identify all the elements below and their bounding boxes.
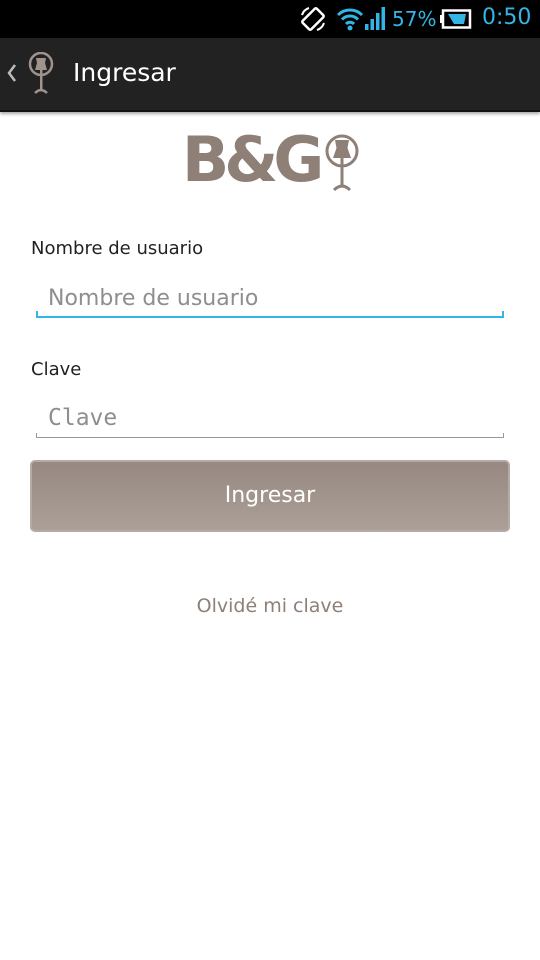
mannequin-logo-icon bbox=[325, 134, 359, 192]
status-bar: 57% 0:50 bbox=[0, 0, 540, 38]
screen-rotation-icon bbox=[301, 7, 325, 31]
wifi-icon bbox=[336, 8, 364, 31]
battery-percent: 57% bbox=[392, 7, 437, 31]
password-label: Clave bbox=[31, 359, 82, 380]
forgot-password-link[interactable]: Olvidé mi clave bbox=[0, 595, 540, 617]
password-input[interactable] bbox=[36, 397, 504, 439]
back-chevron-icon bbox=[7, 64, 16, 82]
username-input[interactable] bbox=[36, 277, 504, 319]
page-title: Ingresar bbox=[73, 58, 176, 87]
brand-logo: B&G bbox=[182, 123, 362, 196]
mannequin-app-icon bbox=[28, 52, 54, 94]
username-underline bbox=[36, 311, 504, 318]
username-label: Nombre de usuario bbox=[31, 238, 204, 259]
action-bar: Ingresar bbox=[0, 38, 540, 112]
signal-icon bbox=[365, 7, 385, 30]
up-navigation-button[interactable] bbox=[0, 38, 62, 110]
battery-icon bbox=[440, 9, 472, 29]
password-underline bbox=[36, 433, 504, 438]
login-button[interactable]: Ingresar bbox=[30, 460, 510, 532]
logo-text: B&G bbox=[182, 123, 324, 196]
clock: 0:50 bbox=[482, 5, 532, 30]
